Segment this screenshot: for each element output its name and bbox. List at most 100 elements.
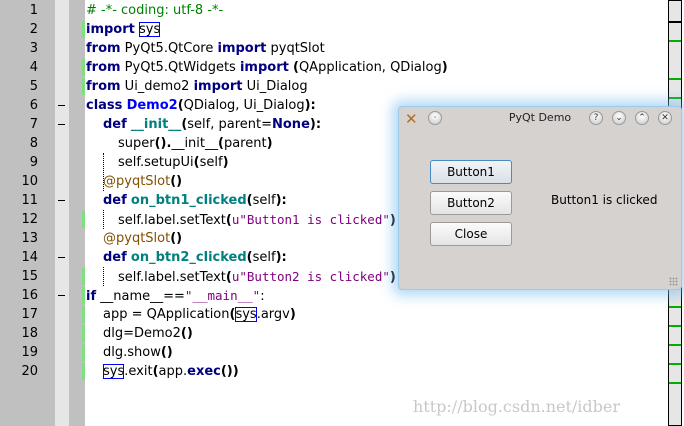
code-token: PyQt5.QtWidgets (120, 60, 240, 75)
code-line[interactable]: if __name__=="__main__": (86, 286, 265, 305)
code-token: from (86, 60, 121, 75)
scroll-change-marker (669, 78, 681, 80)
change-marker (82, 21, 85, 38)
close-dialog-button[interactable]: Close (430, 222, 512, 246)
code-line[interactable]: super().__init__(parent) (118, 134, 273, 153)
code-line[interactable]: sys.exit(app.exec()) (103, 362, 239, 381)
code-line[interactable]: # -*- coding: utf-8 -*- (86, 1, 223, 20)
code-token: ): (275, 193, 287, 208)
code-line[interactable]: from PyQt5.QtWidgets import (QApplicatio… (86, 58, 448, 77)
code-token: pyqtSlot (266, 41, 325, 56)
close-button[interactable]: ✕ (658, 111, 672, 125)
code-line[interactable]: def __init__(self, parent=None): (103, 115, 321, 134)
code-token: app = QApplication (103, 307, 230, 322)
code-token: ): (275, 250, 287, 265)
fold-toggle-icon[interactable] (58, 295, 65, 296)
code-token: ) (266, 136, 273, 151)
fold-toggle-icon[interactable] (58, 257, 65, 258)
title-bar[interactable]: ✕ · PyQt Demo ? ⌄ ⌃ ✕ (399, 107, 681, 131)
minimize-button[interactable]: ⌄ (612, 111, 626, 125)
line-number: 10 (21, 174, 38, 189)
code-token: Demo2 (126, 98, 178, 113)
code-line[interactable]: class Demo2(QDialog, Ui_Dialog): (86, 96, 316, 115)
code-token: self, parent= (187, 117, 272, 132)
code-line[interactable]: @pyqtSlot() (103, 229, 182, 248)
code-token: (). (154, 136, 172, 151)
code-token: def (103, 117, 127, 132)
code-token: () (180, 326, 193, 341)
code-token: exec (187, 364, 221, 379)
button2[interactable]: Button2 (430, 191, 512, 215)
code-token: self.label.setText (118, 213, 226, 228)
code-token: import (193, 79, 243, 94)
code-token: @pyqtSlot (103, 231, 171, 246)
scroll-change-marker (669, 363, 681, 365)
code-token: ) (289, 307, 296, 322)
indent-guide (103, 267, 104, 286)
code-token: class (86, 98, 123, 113)
status-label: Button1 is clicked (551, 193, 658, 207)
code-line[interactable]: import sys (86, 20, 161, 39)
code-line[interactable]: self.label.setText(u"Button1 is clicked"… (118, 210, 396, 229)
code-line[interactable]: def on_btn1_clicked(self): (103, 191, 287, 210)
line-number: 13 (21, 231, 38, 246)
code-line[interactable]: self.label.setText(u"Button2 is clicked"… (118, 267, 396, 286)
code-line[interactable]: app = QApplication(sys.argv) (103, 305, 296, 324)
line-number: 4 (29, 60, 38, 75)
fold-margin[interactable] (55, 0, 69, 426)
button1[interactable]: Button1 (430, 160, 512, 184)
code-token: # -*- coding: utf-8 -*- (86, 3, 224, 18)
line-number: 5 (29, 79, 38, 94)
fold-toggle-icon[interactable] (58, 105, 65, 106)
code-line[interactable]: from Ui_demo2 import Ui_Dialog (86, 77, 308, 96)
help-button[interactable]: ? (589, 111, 603, 125)
change-marker (82, 59, 85, 76)
line-number: 20 (21, 364, 38, 379)
code-token: u"Button1 is clicked" (231, 212, 390, 227)
resize-grip[interactable] (669, 277, 678, 286)
code-line[interactable]: dlg=Demo2() (103, 324, 193, 343)
change-marker (82, 325, 85, 342)
line-number: 18 (21, 326, 38, 341)
pyqt-demo-dialog: ✕ · PyQt Demo ? ⌄ ⌃ ✕ Button1 Button2 Cl… (398, 106, 682, 290)
line-number: 9 (29, 155, 38, 170)
indent-guide (103, 210, 104, 229)
code-token: def (103, 250, 127, 265)
code-token: () (160, 345, 173, 360)
code-token: sys (139, 22, 161, 37)
code-token: ) (222, 155, 229, 170)
code-token: app. (158, 364, 188, 379)
indent-guide (103, 153, 104, 191)
code-token: Ui_demo2 (120, 79, 194, 94)
line-number: 15 (21, 269, 38, 284)
line-number: 17 (21, 307, 38, 322)
code-token: from (86, 41, 121, 56)
code-token: : (260, 289, 265, 304)
change-marker (82, 344, 85, 361)
code-token: self.label.setText (118, 270, 226, 285)
code-line[interactable]: self.setupUi(self) (118, 153, 229, 172)
fold-toggle-icon[interactable] (58, 200, 65, 201)
line-number: 16 (21, 288, 38, 303)
fold-toggle-icon[interactable] (58, 124, 65, 125)
line-number: 11 (21, 193, 38, 208)
code-token: on_btn2_clicked (130, 250, 247, 265)
scroll-change-marker (669, 344, 681, 346)
code-token: self (199, 155, 223, 170)
code-token: dlg=Demo2 (103, 326, 181, 341)
code-token: PyQt5.QtCore (120, 41, 218, 56)
line-number: 3 (29, 41, 38, 56)
line-number: 8 (29, 136, 38, 151)
code-line[interactable]: def on_btn2_clicked(self): (103, 248, 287, 267)
code-line[interactable]: @pyqtSlot() (103, 172, 182, 191)
change-marker (82, 78, 85, 95)
code-token: @pyqtSlot (103, 174, 171, 189)
line-number: 1 (29, 3, 38, 18)
code-token: ) (441, 60, 448, 75)
maximize-button[interactable]: ⌃ (635, 111, 649, 125)
line-number: 19 (21, 345, 38, 360)
scroll-change-marker (669, 325, 681, 327)
code-line[interactable]: dlg.show() (103, 343, 173, 362)
code-line[interactable]: from PyQt5.QtCore import pyqtSlot (86, 39, 325, 58)
code-token: self (252, 250, 276, 265)
